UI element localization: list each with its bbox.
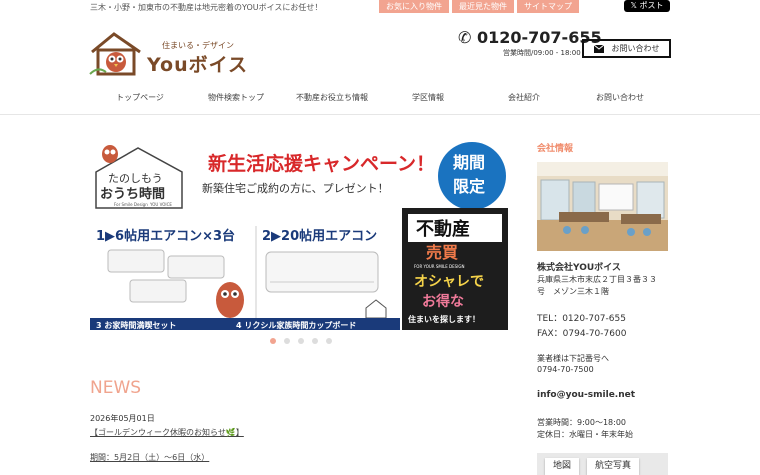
office-photo xyxy=(537,162,668,251)
business-partner-tel[interactable]: 0794-70-7500 xyxy=(537,365,594,374)
x-post-button[interactable]: 𝕏 ポスト xyxy=(624,0,670,12)
news-date: 2026年05月01日 xyxy=(90,414,155,423)
company-tel[interactable]: TEL：0120-707-655 xyxy=(537,311,626,324)
phone-number[interactable]: ✆ 0120-707-655 xyxy=(458,28,602,47)
aerial-photo-tab[interactable]: 航空写真 xyxy=(587,458,640,475)
top-links: お気に入り物件 最近見た物件 サイトマップ xyxy=(379,0,579,13)
banner-subline: 新築住宅ご成約の方に、プレゼント！ xyxy=(202,181,389,195)
slider-dot-2[interactable] xyxy=(284,338,290,344)
phone-icon: ✆ xyxy=(458,28,472,47)
limited-text-1: 期間 xyxy=(453,153,485,172)
campaign-banner[interactable]: たのしもう おうち時間 For Smile Design YOU VOICE 新… xyxy=(90,130,508,330)
business-hours: 営業時間/09:00 - 18:00 xyxy=(503,49,581,57)
limited-text-2: 限定 xyxy=(453,177,485,196)
prize-4: 4 リクシル家族時間カップボード xyxy=(236,320,356,330)
bubble-caption: For Smile Design xyxy=(114,202,148,207)
company-fax: FAX：0794-70-7600 xyxy=(537,329,627,339)
prize-1: 1▶6帖用エアコン×3台 xyxy=(96,228,235,244)
company-address-2: 号 メゾン三木１階 xyxy=(537,287,609,296)
news-heading: NEWS xyxy=(90,378,142,398)
sign-text-5: お得な xyxy=(422,293,464,310)
bubble-text-1: たのしもう xyxy=(108,172,163,185)
x-logo-icon: 𝕏 xyxy=(630,1,640,10)
owl-icon xyxy=(102,145,118,163)
sign-text-3: FOR YOUR SMILE DESIGN xyxy=(414,264,464,269)
slider-dots xyxy=(270,338,332,344)
banner-brand-small: YOU VOICE xyxy=(149,202,172,207)
slider-dot-4[interactable] xyxy=(312,338,318,344)
sign-text-2: 売買 xyxy=(426,243,458,262)
company-name: 株式会社YOUボイス xyxy=(537,263,621,273)
bubble-text-2: おうち時間 xyxy=(100,186,165,202)
map-widget: 地図 航空写真 xyxy=(537,453,668,475)
nav-item-top[interactable]: トップページ xyxy=(92,92,188,106)
nav-item-property-search[interactable]: 物件検索トップ xyxy=(188,92,284,106)
main-nav: トップページ 物件検索トップ 不動産お役立ち情報 学区情報 会社紹介 お問い合わ… xyxy=(92,92,668,106)
prize-2: 2▶20帖用エアコン xyxy=(262,228,377,244)
nav-item-useful-info[interactable]: 不動産お役立ち情報 xyxy=(284,92,380,106)
x-post-label: ポスト xyxy=(639,1,664,10)
owl-mascot-icon xyxy=(216,282,244,318)
business-partner-note: 業者様は下記番号へ xyxy=(537,354,609,363)
company-address-1: 兵庫県三木市末広２丁目３番３３ xyxy=(537,275,657,284)
company-holiday: 定休日：水曜日・年末年始 xyxy=(537,430,633,439)
top-bar: 三木・小野・加東市の不動産は地元密着のYOUボイスにお任せ！ お気に入り物件 最… xyxy=(0,0,760,14)
nav-item-company[interactable]: 会社紹介 xyxy=(476,92,572,106)
office-photo-art xyxy=(537,162,668,251)
prize-3: 3 お家時間満喫セット xyxy=(96,320,176,330)
company-info-heading: 会社情報 xyxy=(537,144,574,154)
nav-item-contact[interactable]: お問い合わせ xyxy=(572,92,668,106)
nav-item-school-district[interactable]: 学区情報 xyxy=(380,92,476,106)
favorites-link[interactable]: お気に入り物件 xyxy=(379,0,449,13)
contact-label: お問い合わせ xyxy=(611,44,660,53)
contact-button[interactable]: お問い合わせ xyxy=(582,39,671,58)
slider-dot-1[interactable] xyxy=(270,338,276,344)
sign-text-1: 不動産 xyxy=(416,218,470,240)
slider-dot-3[interactable] xyxy=(298,338,304,344)
sign-text-4: オシャレで xyxy=(414,274,484,290)
news-body[interactable]: 期間：5月2日（土）～6日（水） xyxy=(90,452,209,463)
aircon-large-icon xyxy=(265,251,379,293)
campaign-banner-art: たのしもう おうち時間 For Smile Design YOU VOICE 新… xyxy=(90,130,508,330)
company-hours: 営業時間：9:00～18:00 xyxy=(537,418,627,427)
site-tagline: 三木・小野・加東市の不動産は地元密着のYOUボイスにお任せ！ xyxy=(90,3,323,12)
company-email[interactable]: info@you-smile.net xyxy=(537,390,635,400)
map-tab[interactable]: 地図 xyxy=(545,458,580,475)
sitemap-link[interactable]: サイトマップ xyxy=(517,0,579,13)
recently-viewed-link[interactable]: 最近見た物件 xyxy=(452,0,514,13)
slider-dot-5[interactable] xyxy=(326,338,332,344)
mail-icon xyxy=(593,44,604,53)
logo-wordmark: Youボイス xyxy=(147,54,249,76)
banner-headline: 新生活応援キャンペーン！ xyxy=(208,152,435,175)
nav-divider xyxy=(0,114,760,115)
sign-text-6: 住まいを探します！ xyxy=(408,314,480,324)
news-link[interactable]: 【ゴールデンウィーク休暇のお知らせ🌿】 xyxy=(90,427,244,438)
